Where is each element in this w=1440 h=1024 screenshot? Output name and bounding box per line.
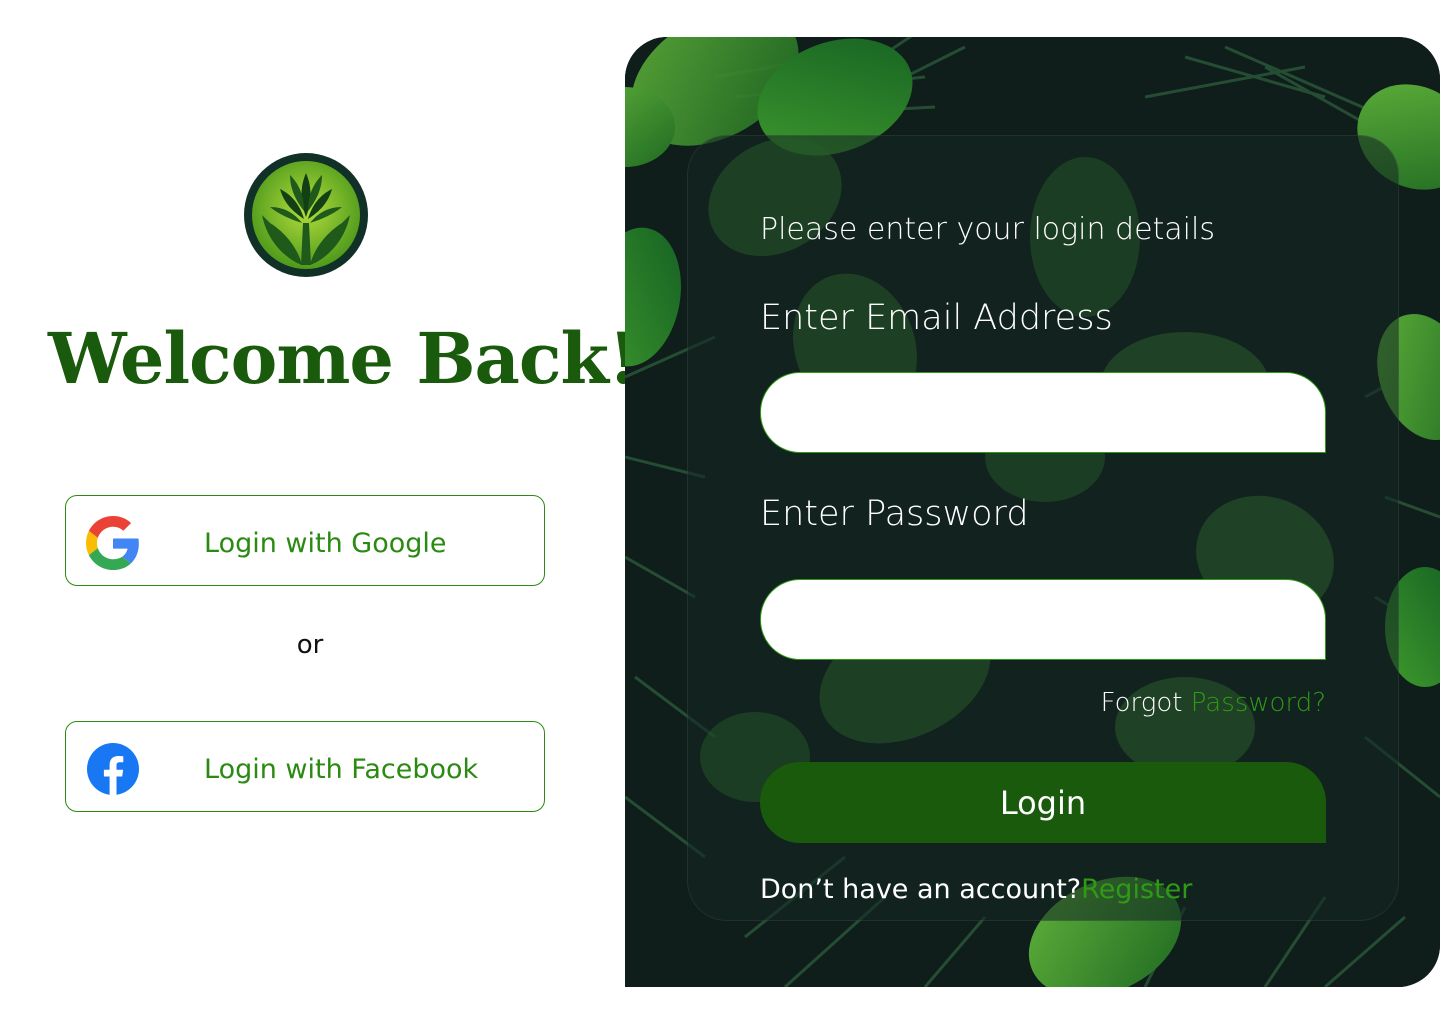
facebook-icon: [86, 742, 140, 796]
password-label: Enter Password: [760, 494, 1029, 534]
page-title: Welcome Back!: [48, 317, 639, 400]
or-divider: or: [296, 630, 324, 660]
login-page: Welcome Back! Login with Google or Login…: [0, 0, 1440, 1024]
login-with-google-button[interactable]: Login with Google: [65, 495, 545, 586]
register-prefix: Don’t have an account?: [760, 874, 1082, 905]
email-label: Enter Email Address: [760, 298, 1113, 338]
forgot-password-link[interactable]: Password?: [1191, 688, 1326, 718]
google-button-label: Login with Google: [204, 528, 447, 559]
email-field[interactable]: [760, 372, 1326, 453]
forgot-password-line: Forgot Password?: [1101, 688, 1326, 718]
tree-in-hands-icon: [244, 153, 368, 277]
register-link[interactable]: Register: [1081, 874, 1192, 905]
login-with-facebook-button[interactable]: Login with Facebook: [65, 721, 545, 812]
login-instructions: Please enter your login details: [760, 212, 1215, 247]
login-button[interactable]: Login: [760, 762, 1326, 843]
forgot-prefix: Forgot: [1100, 688, 1191, 718]
password-field[interactable]: [760, 579, 1326, 660]
login-card: Please enter your login details Enter Em…: [687, 135, 1399, 921]
facebook-button-label: Login with Facebook: [204, 754, 479, 785]
login-panel: Please enter your login details Enter Em…: [625, 37, 1440, 987]
register-line: Don’t have an account?Register: [760, 874, 1192, 905]
google-icon: [86, 516, 140, 570]
